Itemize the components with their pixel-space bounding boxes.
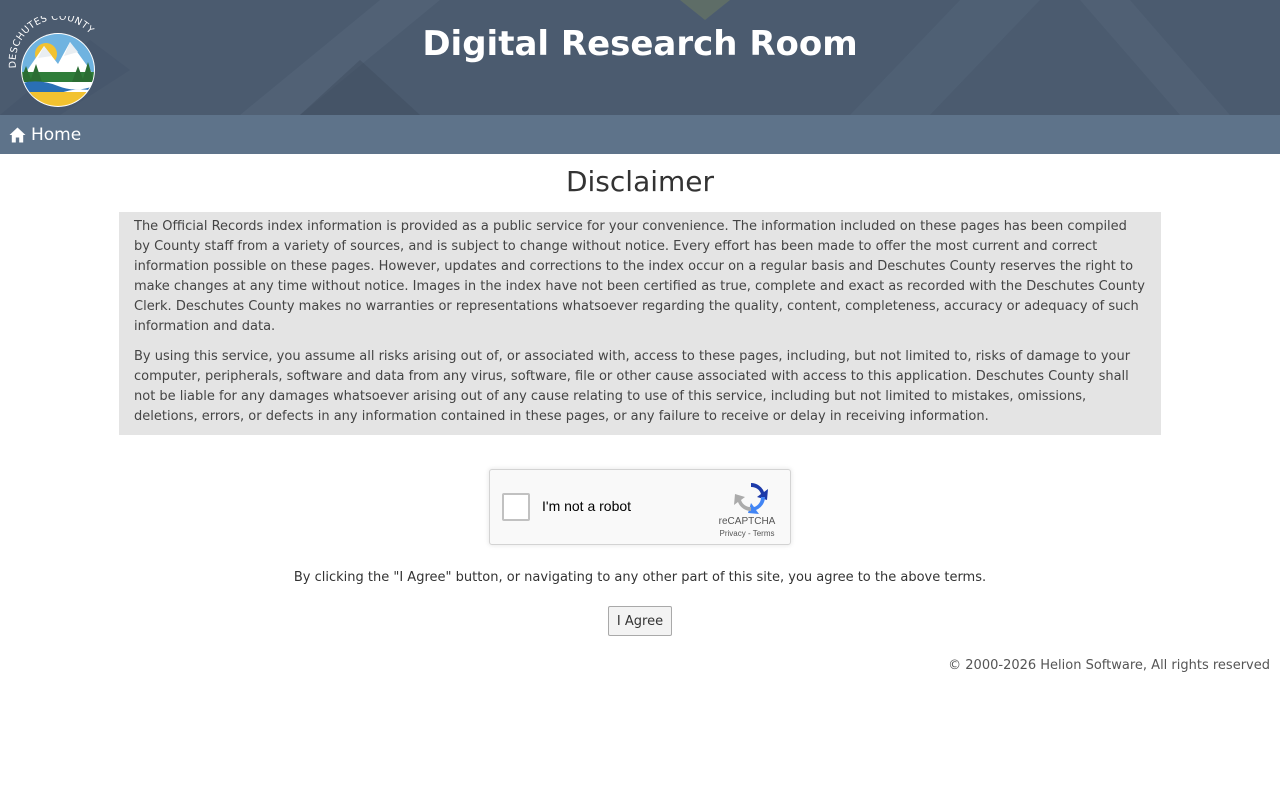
footer-copyright: © 2000-2026 Helion Software, All rights …	[948, 658, 1270, 673]
nav-home-label: Home	[31, 124, 82, 145]
nav-home-link[interactable]: Home	[9, 125, 81, 145]
recaptcha-widget: I'm not a robot reCAPTCHA Privacy - Term…	[489, 469, 791, 545]
disclaimer-paragraph-2: By using this service, you assume all ri…	[134, 349, 1131, 424]
recaptcha-icon	[734, 483, 768, 514]
i-agree-button[interactable]: I Agree	[607, 606, 673, 636]
recaptcha-checkbox[interactable]	[502, 493, 530, 521]
site-title: Digital Research Room	[422, 24, 858, 64]
home-icon	[9, 127, 26, 142]
disclaimer-paragraph-1: The Official Records index information i…	[134, 219, 1145, 334]
recaptcha-label: I'm not a robot	[542, 498, 632, 514]
agree-button-wrapper: I Agree	[0, 606, 1280, 636]
header-banner: DESCHUTES COUNTY Digital Research Room	[0, 0, 1280, 115]
nav-bar: Home	[0, 115, 1280, 154]
recaptcha-links: Privacy - Terms	[715, 529, 779, 538]
page-title: Disclaimer	[565, 165, 715, 198]
agree-note: By clicking the "I Agree" button, or nav…	[293, 570, 987, 585]
recaptcha-brand: reCAPTCHA	[718, 516, 776, 527]
recaptcha-terms-link[interactable]: Terms	[753, 529, 775, 538]
recaptcha-privacy-link[interactable]: Privacy	[720, 529, 746, 538]
disclaimer-box: The Official Records index information i…	[119, 212, 1161, 435]
recaptcha-link-separator: -	[745, 529, 753, 538]
